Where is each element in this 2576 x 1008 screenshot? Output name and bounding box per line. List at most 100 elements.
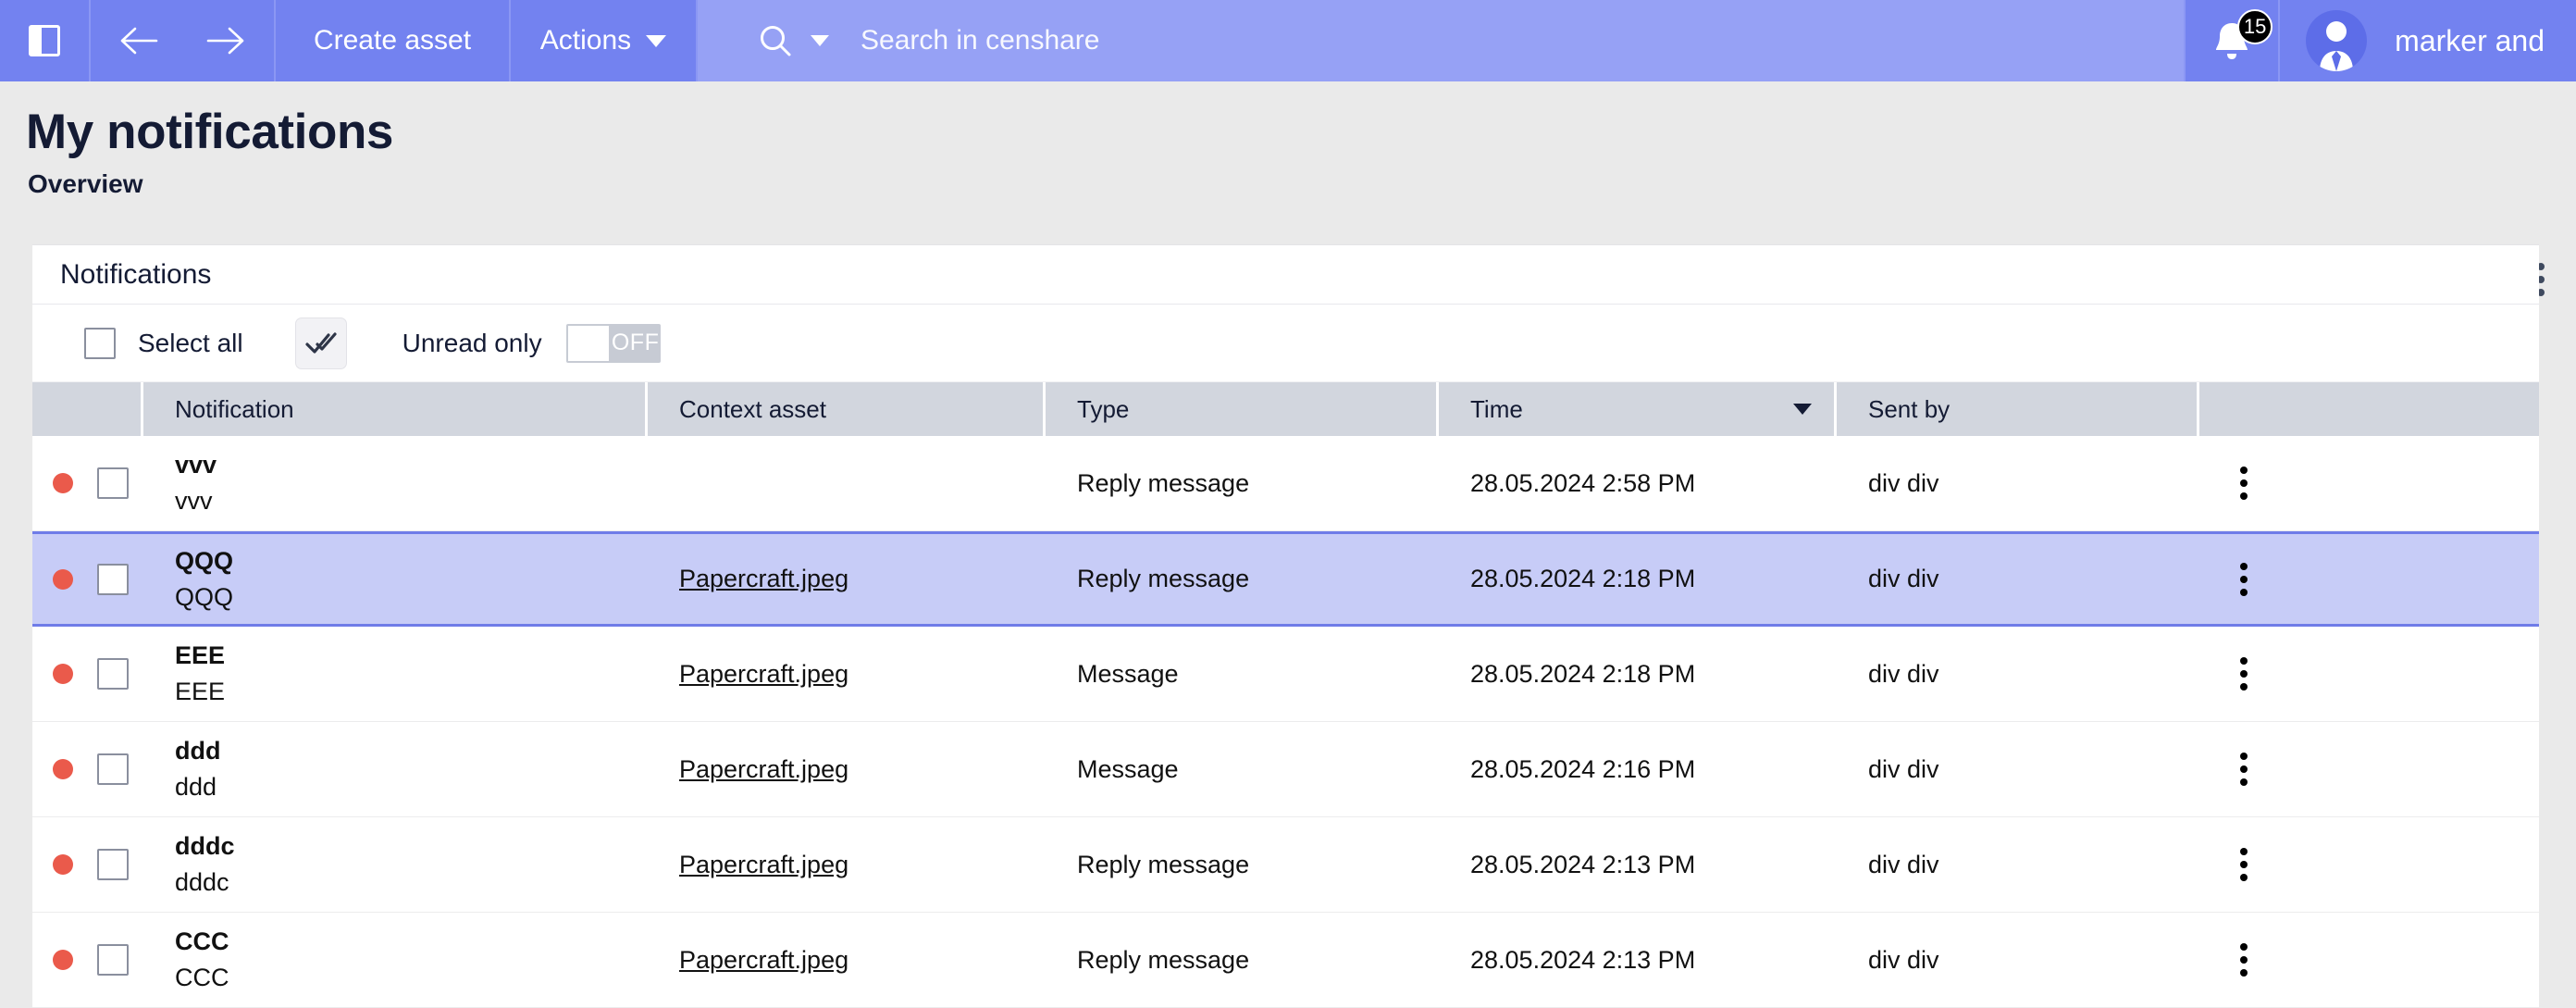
- unread-dot-icon: [53, 569, 73, 590]
- table-row[interactable]: ddddddPapercraft.jpegMessage28.05.2024 2…: [32, 722, 2539, 817]
- cell-unread-flag: [32, 913, 143, 1007]
- column-header-context-asset[interactable]: Context asset: [648, 382, 1046, 436]
- kebab-menu-icon: [2240, 969, 2248, 977]
- cell-time: 28.05.2024 2:18 PM: [1439, 627, 1837, 721]
- row-select-checkbox[interactable]: [97, 467, 129, 499]
- time-label: 28.05.2024 2:18 PM: [1470, 565, 1695, 593]
- table-row[interactable]: QQQQQQPapercraft.jpegReply message28.05.…: [32, 531, 2539, 627]
- cell-type: Reply message: [1046, 913, 1439, 1007]
- cell-unread-flag: [32, 722, 143, 816]
- arrow-left-icon: [118, 25, 159, 56]
- cell-notification: dddcdddc: [143, 817, 648, 912]
- notifications-bell-button[interactable]: 15: [2186, 0, 2280, 81]
- kebab-menu-icon: [2240, 576, 2248, 583]
- actions-label: Actions: [540, 25, 631, 56]
- unread-dot-icon: [53, 854, 73, 875]
- column-header-actions: [2199, 382, 2539, 436]
- context-asset-link[interactable]: Papercraft.jpeg: [679, 851, 848, 879]
- row-select-checkbox[interactable]: [97, 849, 129, 880]
- cell-context-asset: Papercraft.jpeg: [648, 817, 1046, 912]
- context-asset-link[interactable]: Papercraft.jpeg: [679, 946, 848, 975]
- kebab-menu-icon: [2240, 683, 2248, 691]
- row-select-checkbox[interactable]: [97, 564, 129, 595]
- row-more-menu-button[interactable]: [2231, 938, 2257, 982]
- column-label: Sent by: [1868, 395, 1950, 424]
- table-row[interactable]: dddcdddcPapercraft.jpegReply message28.0…: [32, 817, 2539, 913]
- column-header-notification[interactable]: Notification: [143, 382, 648, 436]
- unread-dot-icon: [53, 473, 73, 493]
- search-icon: [757, 22, 794, 59]
- cell-notification: dddddd: [143, 722, 648, 816]
- kebab-menu-icon: [2240, 670, 2248, 678]
- cell-context-asset: [648, 436, 1046, 530]
- tab-notifications[interactable]: Notifications: [60, 259, 211, 291]
- create-asset-button[interactable]: Create asset: [276, 0, 511, 81]
- search-bar[interactable]: Search in censhare: [698, 0, 2186, 81]
- table-row[interactable]: CCCCCC Papercraft.jpeg Reply message 28.05.…: [32, 913, 2539, 1008]
- notification-badge-count: 15: [2237, 9, 2273, 44]
- back-button[interactable]: [118, 25, 159, 56]
- context-asset-link[interactable]: Papercraft.jpeg: [679, 565, 848, 593]
- notification-subtitle: vvv: [175, 487, 213, 516]
- row-more-menu-button[interactable]: [2231, 842, 2257, 887]
- navigation-group: [91, 0, 276, 81]
- context-asset-link[interactable]: Papercraft.jpeg: [679, 755, 848, 784]
- table-row[interactable]: vvvvvvReply message28.05.2024 2:58 PMdiv…: [32, 436, 2539, 531]
- cell-notification: vvvvvv: [143, 436, 648, 530]
- notification-subtitle: EEE: [175, 678, 225, 706]
- row-more-menu-button[interactable]: [2231, 747, 2257, 791]
- cell-unread-flag: [32, 436, 143, 530]
- type-label: Reply message: [1077, 851, 1249, 879]
- notification-title: CCC: [175, 927, 229, 956]
- context-asset-link[interactable]: Papercraft.jpeg: [679, 660, 848, 689]
- select-all-checkbox[interactable]: [84, 328, 116, 359]
- unread-only-toggle[interactable]: OFF: [566, 324, 661, 363]
- actions-menu-button[interactable]: Actions: [511, 0, 698, 81]
- row-select-checkbox[interactable]: [97, 944, 129, 976]
- panel-tab-bar: Notifications: [32, 245, 2539, 305]
- notifications-toolbar: Select all Unread only OFF: [32, 305, 2539, 382]
- kebab-menu-icon: [2240, 492, 2248, 500]
- cell-unread-flag: [32, 534, 143, 624]
- sent-by-label: div div: [1868, 851, 1939, 879]
- unread-dot-icon: [53, 664, 73, 684]
- search-input[interactable]: Search in censhare: [861, 25, 1100, 56]
- column-header-type[interactable]: Type: [1046, 382, 1439, 436]
- mark-as-read-button[interactable]: [295, 317, 347, 369]
- unread-dot-icon: [53, 950, 73, 970]
- notifications-panel: Notifications Select all Unread only OFF…: [32, 244, 2539, 1007]
- sort-descending-icon: [1793, 404, 1812, 415]
- cell-time: 28.05.2024 2:13 PM: [1439, 913, 1837, 1007]
- forward-button[interactable]: [205, 25, 246, 56]
- table-row[interactable]: EEEEEEPapercraft.jpegMessage28.05.2024 2…: [32, 627, 2539, 722]
- page-title: My notifications: [26, 106, 2576, 158]
- cell-context-asset: Papercraft.jpeg: [648, 534, 1046, 624]
- column-header-time[interactable]: Time: [1439, 382, 1837, 436]
- cell-notification: EEEEEE: [143, 627, 648, 721]
- row-more-menu-button[interactable]: [2231, 652, 2257, 696]
- panel-toggle-icon: [29, 25, 60, 56]
- row-select-checkbox[interactable]: [97, 753, 129, 785]
- row-select-checkbox[interactable]: [97, 658, 129, 690]
- cell-row-actions: [2199, 627, 2539, 721]
- row-more-menu-button[interactable]: [2231, 461, 2257, 505]
- user-menu-button[interactable]: marker and: [2280, 0, 2576, 81]
- search-scope-chevron-down-icon[interactable]: [811, 35, 829, 46]
- row-more-menu-button[interactable]: [2231, 557, 2257, 602]
- cell-notification: QQQQQQ: [143, 534, 648, 624]
- page-header: My notifications Overview: [0, 81, 2576, 199]
- create-asset-label: Create asset: [314, 25, 471, 56]
- kebab-menu-icon: [2240, 563, 2248, 570]
- unread-only-label: Unread only: [402, 329, 542, 358]
- cell-notification: CCCCCC: [143, 913, 648, 1007]
- cell-sent-by: div div: [1837, 722, 2199, 816]
- time-label: 28.05.2024 2:18 PM: [1470, 660, 1695, 689]
- kebab-menu-icon: [2240, 861, 2248, 868]
- cell-row-actions: [2199, 722, 2539, 816]
- panel-toggle-button[interactable]: [0, 0, 91, 81]
- page-subtitle: Overview: [28, 169, 2576, 199]
- type-label: Reply message: [1077, 946, 1249, 975]
- column-header-sent-by[interactable]: Sent by: [1837, 382, 2199, 436]
- sent-by-label: div div: [1868, 755, 1939, 784]
- cell-unread-flag: [32, 627, 143, 721]
